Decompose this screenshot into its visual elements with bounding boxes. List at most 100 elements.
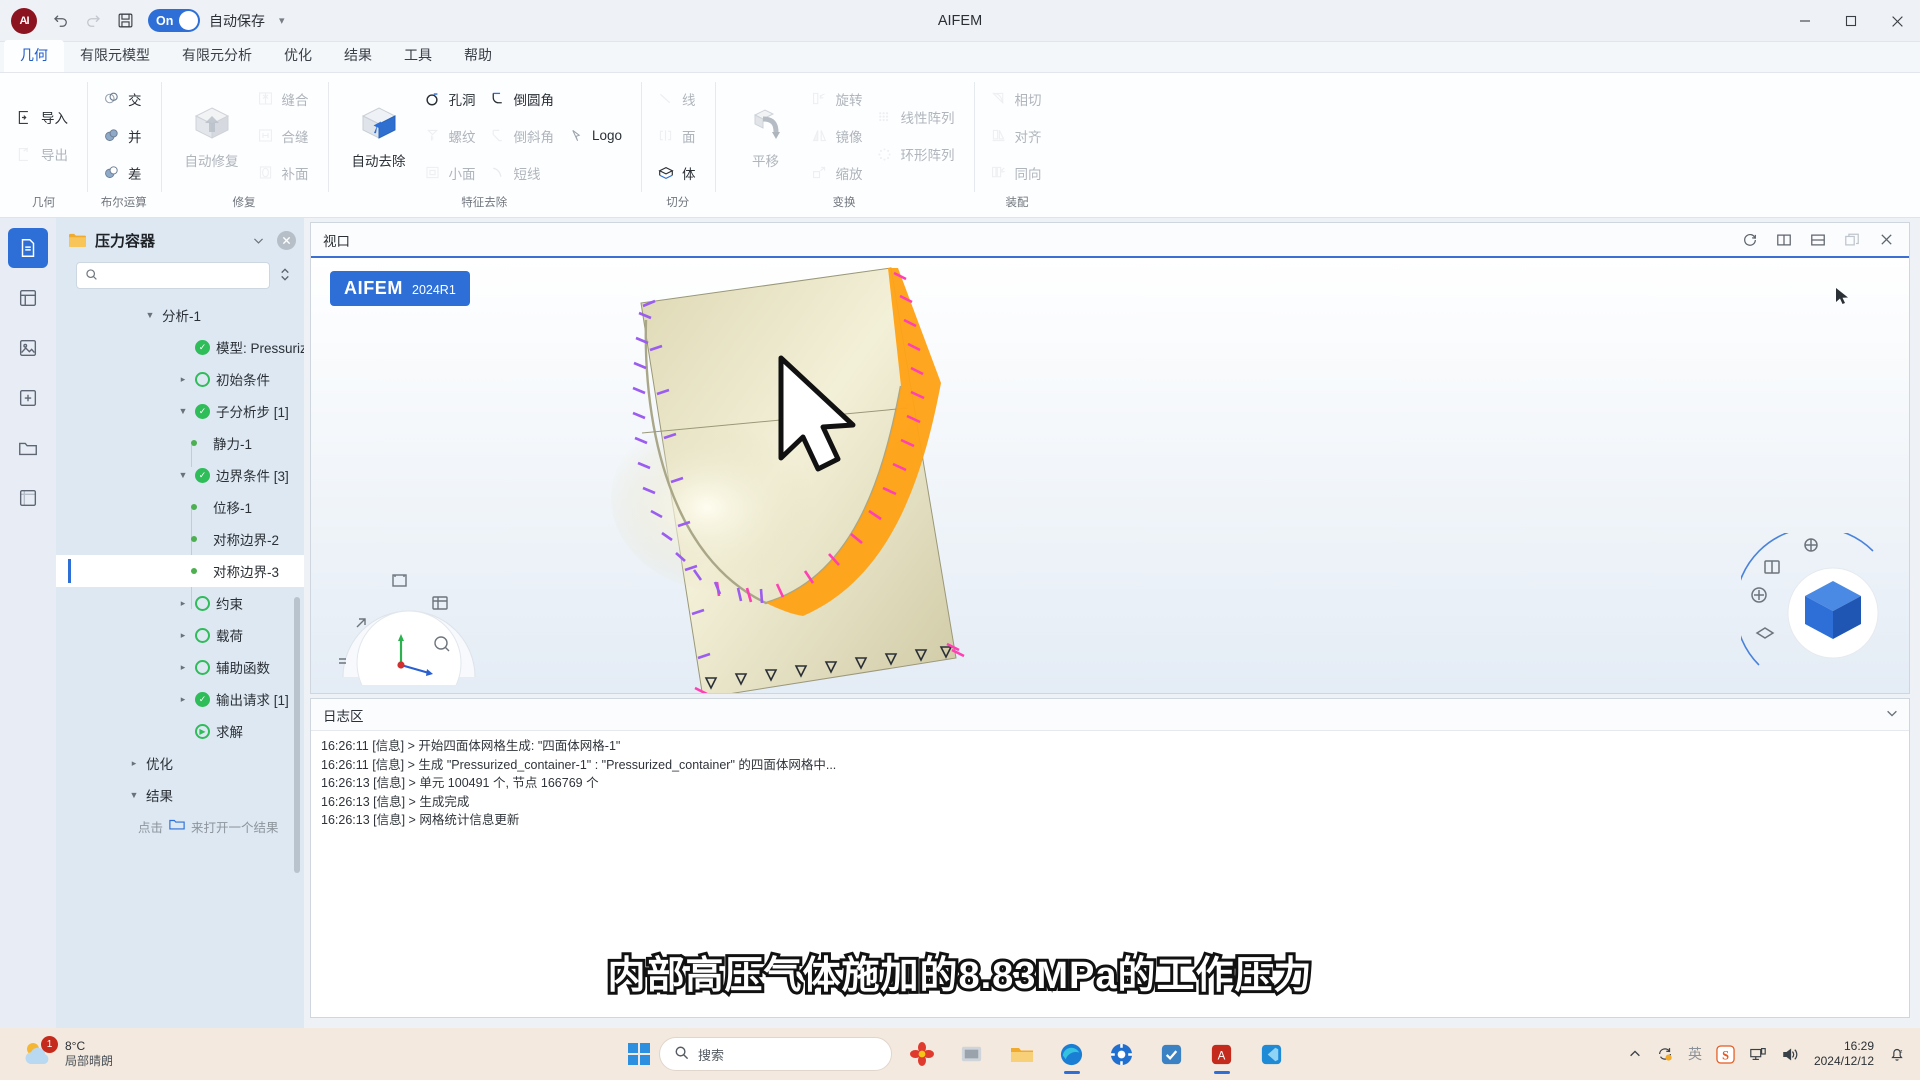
refresh-icon[interactable] [1733, 225, 1767, 255]
taskbar-app-taskview[interactable] [951, 1034, 992, 1075]
close-icon[interactable] [277, 231, 296, 250]
taskbar-app-edge[interactable] [1051, 1034, 1092, 1075]
taskbar-app-settings[interactable] [1101, 1034, 1142, 1075]
tab-tools[interactable]: 工具 [388, 40, 448, 72]
split-horizontal-icon[interactable] [1801, 225, 1835, 255]
rail-add-box-icon[interactable] [8, 378, 48, 418]
viewport-pointer-icon[interactable] [1833, 286, 1853, 312]
window-controls [1782, 0, 1920, 42]
tab-fe-model[interactable]: 有限元模型 [64, 40, 166, 72]
windows-start-icon[interactable] [628, 1043, 650, 1065]
sort-icon[interactable] [276, 267, 294, 285]
rail-document-icon[interactable] [8, 228, 48, 268]
caret-right-icon[interactable]: ▸ [128, 758, 140, 769]
caret-right-icon[interactable]: ▸ [177, 662, 189, 673]
rail-folder-open-icon[interactable] [8, 428, 48, 468]
tree-node[interactable]: ▼ 分析-1 [56, 299, 304, 331]
tree-scrollbar[interactable] [294, 597, 300, 873]
ribbon-item-union[interactable]: 并 [98, 118, 150, 154]
undo-icon[interactable] [46, 7, 76, 35]
caret-right-icon[interactable]: ▸ [177, 598, 189, 609]
caret-down-icon[interactable]: ▼ [144, 310, 156, 320]
nav-cube[interactable] [1741, 533, 1891, 683]
close-button[interactable] [1874, 0, 1920, 42]
tree-node-selected[interactable]: 对称边界-3 [56, 555, 304, 587]
taskbar-search[interactable]: 搜索 [659, 1037, 892, 1071]
tree-node[interactable]: ▸ ✓ 输出请求 [1] [56, 683, 304, 715]
tree-node[interactable]: 位移-1 [56, 491, 304, 523]
tree-node[interactable]: 静力-1 [56, 427, 304, 459]
chevron-down-icon[interactable]: ▾ [279, 14, 285, 27]
tree-node[interactable]: ▸ 优化 [56, 747, 304, 779]
tree-search-input[interactable] [104, 269, 261, 283]
ribbon-item-auto-remove[interactable]: 自动去除 [339, 84, 419, 188]
caret-right-icon[interactable]: ▸ [177, 374, 189, 385]
network-icon[interactable] [1749, 1045, 1767, 1063]
ribbon-item-import[interactable]: 导入 [11, 99, 76, 135]
taskbar-app-explorer[interactable] [1001, 1034, 1042, 1075]
taskbar-app-aifem[interactable]: A [1201, 1034, 1242, 1075]
tree-node[interactable]: ▸ 约束 [56, 587, 304, 619]
maximize-button[interactable] [1828, 0, 1874, 42]
save-icon[interactable] [110, 7, 140, 35]
tab-geometry[interactable]: 几何 [4, 40, 64, 72]
ribbon-item-fillet[interactable]: 倒圆角 [484, 81, 563, 117]
import-icon [15, 108, 34, 127]
chevron-down-icon[interactable] [247, 229, 269, 251]
sogou-icon[interactable]: S [1716, 1045, 1735, 1064]
tree-node[interactable]: ▼ ✓ 边界条件 [3] [56, 459, 304, 491]
3d-viewport-canvas[interactable]: AIFEM 2024R1 [311, 258, 1909, 693]
tab-help[interactable]: 帮助 [448, 40, 508, 72]
ime-chinese-icon[interactable]: 英 [1688, 1044, 1702, 1064]
ribbon-item-subtract[interactable]: 差 [98, 155, 150, 191]
volume-icon[interactable] [1781, 1045, 1800, 1064]
ribbon-item-label: 同向 [1015, 163, 1042, 183]
open-folder-icon[interactable] [169, 818, 185, 834]
ribbon-item-intersect[interactable]: 交 [98, 81, 150, 117]
caret-down-icon[interactable]: ▼ [177, 406, 189, 416]
tree-node[interactable]: ▸ 载荷 [56, 619, 304, 651]
close-icon[interactable] [1869, 225, 1903, 255]
tree-node[interactable]: ▸ 辅助函数 [56, 651, 304, 683]
tree-node[interactable]: ▸ 初始条件 [56, 363, 304, 395]
caret-right-icon[interactable]: ▸ [177, 694, 189, 705]
taskbar-app-todo[interactable] [1151, 1034, 1192, 1075]
svg-text:z: z [1900, 1049, 1903, 1055]
tree-node[interactable]: ▼ ✓ 子分析步 [1] [56, 395, 304, 427]
tree-node[interactable]: 对称边界-2 [56, 523, 304, 555]
notification-bell-icon[interactable]: z [1888, 1045, 1906, 1063]
ribbon-item-label: Logo [592, 128, 622, 143]
split-vertical-icon[interactable] [1767, 225, 1801, 255]
tree-search-box[interactable] [76, 262, 270, 289]
minimize-button[interactable] [1782, 0, 1828, 42]
rail-crop-icon[interactable] [8, 478, 48, 518]
view-orientation-wheel[interactable] [329, 567, 489, 685]
pressure-vessel-model[interactable] [311, 258, 1561, 693]
duplicate-icon[interactable] [1835, 225, 1869, 255]
taskbar-clock[interactable]: 16:29 2024/12/12 [1814, 1039, 1874, 1069]
weather-widget[interactable]: 1 8°C 局部晴朗 [22, 1039, 113, 1069]
ribbon-group-label: 特征去除 [328, 194, 642, 217]
tab-fe-analysis[interactable]: 有限元分析 [166, 40, 268, 72]
tab-optimization[interactable]: 优化 [268, 40, 328, 72]
tab-results[interactable]: 结果 [328, 40, 388, 72]
tree-node[interactable]: ▼ 结果 [56, 779, 304, 811]
ribbon-item-split-body[interactable]: 体 [652, 155, 704, 191]
taskbar-app-flower[interactable] [901, 1034, 942, 1075]
taskbar-app-vscode[interactable] [1251, 1034, 1292, 1075]
autosave-toggle-group[interactable]: On 自动保存 ▾ [148, 9, 285, 32]
ribbon-item-logo[interactable]: Logo [562, 118, 630, 154]
autosave-toggle[interactable]: On [148, 9, 200, 32]
left-icon-rail [0, 218, 56, 1028]
caret-down-icon[interactable]: ▼ [177, 470, 189, 480]
tree-node[interactable]: ▸ ▶ 求解 [56, 715, 304, 747]
caret-right-icon[interactable]: ▸ [177, 630, 189, 641]
rail-layers-icon[interactable] [8, 278, 48, 318]
sync-icon[interactable] [1656, 1045, 1674, 1063]
chevron-down-icon[interactable] [1885, 706, 1899, 723]
caret-down-icon[interactable]: ▼ [128, 790, 140, 800]
chevron-up-icon[interactable] [1628, 1047, 1642, 1061]
tree-node[interactable]: ▸ ✓ 模型: Pressurized_cor [56, 331, 304, 363]
ribbon-item-hole[interactable]: 孔洞 [419, 81, 484, 117]
rail-image-icon[interactable] [8, 328, 48, 368]
